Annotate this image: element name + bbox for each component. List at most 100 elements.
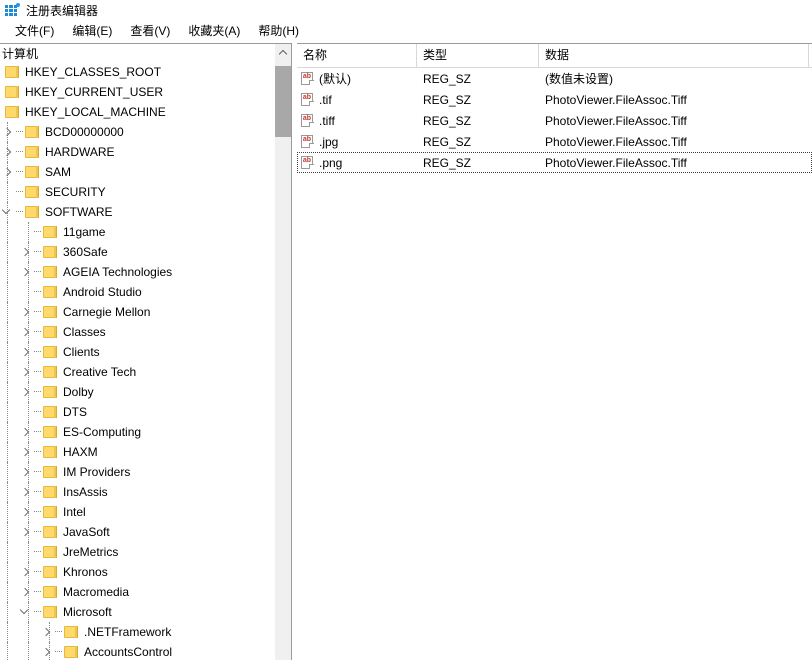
column-header-data[interactable]: 数据 <box>539 44 809 67</box>
tree-item-11game[interactable]: 11game <box>0 222 274 242</box>
tree-item-label: SAM <box>45 165 72 179</box>
menu-view[interactable]: 查看(V) <box>121 22 179 41</box>
column-header-type[interactable]: 类型 <box>417 44 539 67</box>
chevron-right-icon[interactable] <box>0 122 16 142</box>
column-header-name[interactable]: 名称 <box>297 44 417 67</box>
chevron-down-icon[interactable] <box>18 602 34 622</box>
table-row[interactable]: ab .png REG_SZ PhotoViewer.FileAssoc.Tiff <box>297 152 812 173</box>
tree-connector <box>34 282 42 302</box>
chevron-right-icon[interactable] <box>18 382 34 402</box>
chevron-right-icon[interactable] <box>18 442 34 462</box>
tree-item-accountscontrol[interactable]: AccountsControl <box>0 642 274 660</box>
tree-item-hkey-local-machine[interactable]: HKEY_LOCAL_MACHINE <box>0 102 274 122</box>
cell-value-name: ab .png <box>297 153 417 173</box>
tree-item-khronos[interactable]: Khronos <box>0 562 274 582</box>
tree-vertical-scrollbar[interactable] <box>274 44 291 660</box>
registry-tree[interactable]: 计算机 HKEY_CLASSES_ROOT HKEY_CURRENT_USER HK… <box>0 44 274 660</box>
tree-item-hkey-classes-root[interactable]: HKEY_CLASSES_ROOT <box>0 62 274 82</box>
tree-item-android-studio[interactable]: Android Studio <box>0 282 274 302</box>
tree-item-dolby[interactable]: Dolby <box>0 382 274 402</box>
chevron-right-icon[interactable] <box>18 342 34 362</box>
chevron-right-icon[interactable] <box>18 302 34 322</box>
tree-item-clients[interactable]: Clients <box>0 342 274 362</box>
chevron-right-icon[interactable] <box>18 502 34 522</box>
tree-item-insassis[interactable]: InsAssis <box>0 482 274 502</box>
tree-item-jremetrics[interactable]: JreMetrics <box>0 542 274 562</box>
tree-item-label: Carnegie Mellon <box>63 305 151 319</box>
tree-item-hardware[interactable]: HARDWARE <box>0 142 274 162</box>
chevron-right-icon[interactable] <box>18 322 34 342</box>
scrollbar-thumb[interactable] <box>275 66 291 137</box>
tree-item-hkey-current-user[interactable]: HKEY_CURRENT_USER <box>0 82 274 102</box>
tree-guide-line <box>7 402 8 422</box>
cell-value-type: REG_SZ <box>423 92 472 107</box>
tree-item-intel[interactable]: Intel <box>0 502 274 522</box>
tree-item-security[interactable]: SECURITY <box>0 182 274 202</box>
tree-item-javasoft[interactable]: JavaSoft <box>0 522 274 542</box>
tree-item-software[interactable]: SOFTWARE <box>0 202 274 222</box>
chevron-right-icon[interactable] <box>18 482 34 502</box>
chevron-right-icon[interactable] <box>18 462 34 482</box>
folder-icon <box>42 385 58 399</box>
value-name-text: .jpg <box>319 134 339 149</box>
menu-file[interactable]: 文件(F) <box>6 22 63 41</box>
chevron-down-icon[interactable] <box>0 202 16 222</box>
tree-guide-line <box>28 622 29 642</box>
menu-favorites[interactable]: 收藏夹(A) <box>179 22 249 41</box>
chevron-right-icon[interactable] <box>18 262 34 282</box>
tree-item-ageia-technologies[interactable]: AGEIA Technologies <box>0 262 274 282</box>
tree-item-label: SOFTWARE <box>45 205 113 219</box>
tree-item-creative-tech[interactable]: Creative Tech <box>0 362 274 382</box>
tree-item-im-providers[interactable]: IM Providers <box>0 462 274 482</box>
chevron-right-icon[interactable] <box>18 582 34 602</box>
tree-guide-line <box>7 422 8 442</box>
tree-item-netframework[interactable]: .NETFramework <box>0 622 274 642</box>
tree-item-bcd00000000[interactable]: BCD00000000 <box>0 122 274 142</box>
chevron-right-icon[interactable] <box>0 142 16 162</box>
folder-icon <box>42 565 58 579</box>
tree-connector <box>16 122 24 142</box>
folder-icon <box>42 585 58 599</box>
table-row[interactable]: ab .tiff REG_SZ PhotoViewer.FileAssoc.Tiff <box>297 110 812 131</box>
tree-item-360safe[interactable]: 360Safe <box>0 242 274 262</box>
table-row[interactable]: ab (默认) REG_SZ (数值未设置) <box>297 68 812 89</box>
chevron-right-icon[interactable] <box>39 642 55 660</box>
tree-item-carnegie-mellon[interactable]: Carnegie Mellon <box>0 302 274 322</box>
tree-item-es-computing[interactable]: ES-Computing <box>0 422 274 442</box>
chevron-right-icon[interactable] <box>0 162 16 182</box>
cell-value-type: REG_SZ <box>423 113 472 128</box>
cell-value-name: ab .tiff <box>297 111 417 131</box>
menu-help[interactable]: 帮助(H) <box>249 22 308 41</box>
tree-guide-line <box>7 342 8 362</box>
string-value-icon: ab <box>300 92 315 107</box>
chevron-right-icon[interactable] <box>18 242 34 262</box>
cell-value-name: ab (默认) <box>297 69 417 89</box>
chevron-right-icon[interactable] <box>18 422 34 442</box>
tree-item-macromedia[interactable]: Macromedia <box>0 582 274 602</box>
tree-guide-line <box>7 462 8 482</box>
folder-icon <box>24 185 40 199</box>
scroll-up-arrow-icon[interactable] <box>275 44 291 61</box>
tree-item-microsoft[interactable]: Microsoft <box>0 602 274 622</box>
chevron-right-icon[interactable] <box>18 362 34 382</box>
table-row[interactable]: ab .jpg REG_SZ PhotoViewer.FileAssoc.Tiff <box>297 131 812 152</box>
tree-item-dts[interactable]: DTS <box>0 402 274 422</box>
chevron-right-icon[interactable] <box>18 522 34 542</box>
chevron-right-icon[interactable] <box>18 562 34 582</box>
tree-item-classes[interactable]: Classes <box>0 322 274 342</box>
tree-item-sam[interactable]: SAM <box>0 162 274 182</box>
chevron-right-icon[interactable] <box>39 622 55 642</box>
table-row[interactable]: ab .tif REG_SZ PhotoViewer.FileAssoc.Tiff <box>297 89 812 110</box>
folder-icon <box>42 245 58 259</box>
tree-item-label: Classes <box>63 325 106 339</box>
tree-root-computer[interactable]: 计算机 <box>0 44 274 62</box>
tree-item-haxm[interactable]: HAXM <box>0 442 274 462</box>
menu-edit[interactable]: 编辑(E) <box>63 22 121 41</box>
tree-connector <box>16 182 24 202</box>
value-name-text: .tif <box>319 92 332 107</box>
